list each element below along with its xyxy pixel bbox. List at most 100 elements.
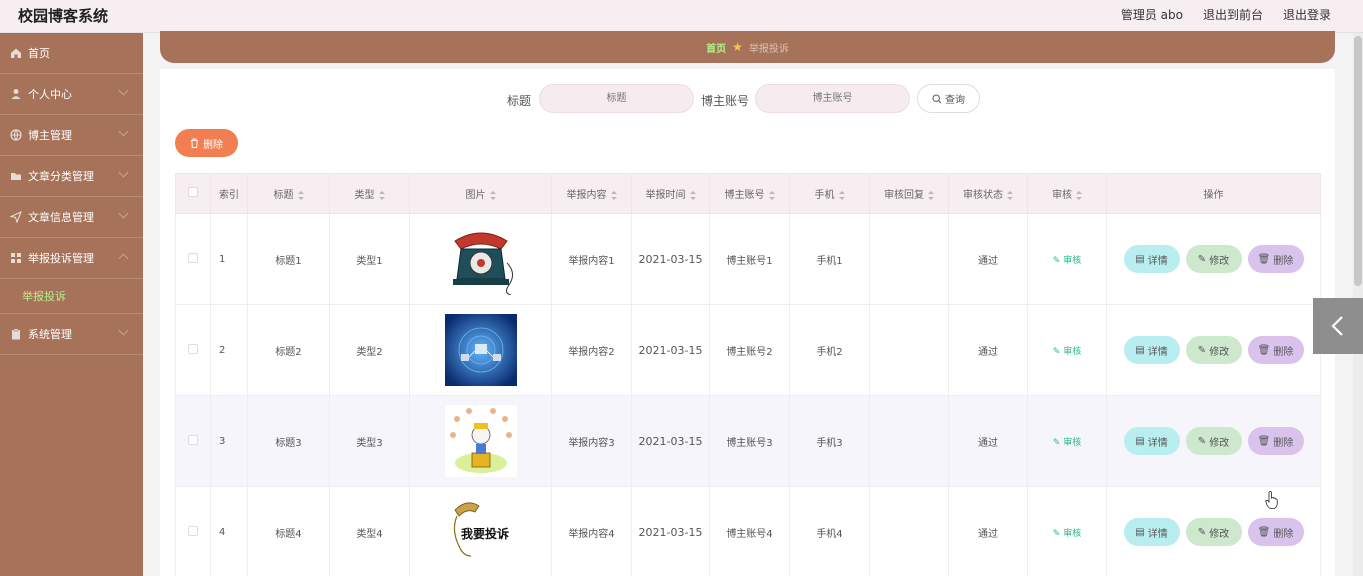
- detail-button[interactable]: ▤ 详情: [1123, 427, 1180, 455]
- cell-image: [409, 395, 552, 487]
- logout-link[interactable]: 退出登录: [1283, 6, 1331, 23]
- star-icon: ★: [732, 40, 743, 54]
- search-icon: [932, 93, 942, 103]
- sidebar-item-label: 举报投诉管理: [28, 252, 94, 265]
- edit-label: 修改: [1209, 528, 1230, 540]
- audit-link[interactable]: ✎ 审核: [1053, 529, 1081, 539]
- header-time[interactable]: 举报时间: [631, 173, 710, 214]
- sidebar-item-article-management[interactable]: 文章信息管理: [0, 197, 143, 238]
- cell-time: 2021-03-15: [631, 304, 710, 396]
- query-button[interactable]: 查询: [917, 84, 980, 113]
- audit-link[interactable]: ✎ 审核: [1053, 438, 1081, 448]
- header-audit[interactable]: 审核: [1027, 173, 1107, 214]
- detail-label: 详情: [1147, 255, 1168, 267]
- sort-icon[interactable]: [297, 190, 304, 200]
- sort-icon[interactable]: [928, 190, 934, 200]
- sort-icon[interactable]: [838, 190, 845, 200]
- header-phone[interactable]: 手机: [789, 173, 870, 214]
- row-select-cell[interactable]: [175, 486, 211, 576]
- sidebar-item-personal-center[interactable]: 个人中心: [0, 74, 143, 115]
- side-panel-toggle[interactable]: [1313, 298, 1363, 354]
- sidebar-item-system-management[interactable]: 系统管理: [0, 314, 143, 355]
- row-checkbox[interactable]: [188, 343, 198, 354]
- detail-button[interactable]: ▤ 详情: [1123, 518, 1180, 546]
- account-search-label: 博主账号: [701, 94, 750, 108]
- banner-text: 我要投诉: [460, 526, 508, 541]
- header-image[interactable]: 图片: [409, 173, 552, 214]
- header-type[interactable]: 类型: [329, 173, 410, 214]
- detail-label: 详情: [1147, 437, 1168, 449]
- edit-button[interactable]: ✎ 修改: [1185, 518, 1242, 546]
- row-checkbox[interactable]: [188, 252, 198, 263]
- sidebar-item-blogger-management[interactable]: 博主管理: [0, 115, 143, 156]
- delete-button[interactable]: 🗑 删除: [1247, 518, 1304, 546]
- header-status[interactable]: 审核状态: [948, 173, 1028, 214]
- edit-label: 修改: [1209, 255, 1230, 267]
- batch-delete-button[interactable]: 删除: [175, 129, 238, 157]
- trash-icon: 🗑: [1257, 526, 1271, 538]
- select-all-cell[interactable]: [175, 173, 211, 214]
- header-reply-label: 审核回复: [884, 190, 924, 201]
- sort-icon[interactable]: [689, 190, 696, 200]
- back-to-front-link[interactable]: 退出到前台: [1203, 6, 1263, 23]
- scrollbar-thumb[interactable]: [1354, 36, 1362, 286]
- row-select-cell[interactable]: [175, 395, 211, 487]
- audit-link[interactable]: ✎ 审核: [1053, 256, 1081, 266]
- audit-link[interactable]: ✎ 审核: [1053, 347, 1081, 357]
- account-search-input[interactable]: [755, 84, 910, 113]
- header-title[interactable]: 标题: [247, 173, 330, 214]
- sidebar-item-complaint-management[interactable]: 举报投诉管理: [0, 238, 143, 279]
- row-checkbox[interactable]: [188, 525, 198, 536]
- edit-button[interactable]: ✎ 修改: [1185, 245, 1242, 273]
- sort-icon[interactable]: [1076, 190, 1082, 200]
- edit-button[interactable]: ✎ 修改: [1185, 427, 1242, 455]
- sort-icon[interactable]: [489, 190, 496, 200]
- table-row: 4 标题4 类型4 我要投诉 举报内容4 2021-03-15 博主账号4 手机…: [175, 486, 1321, 576]
- chevron-down-icon: [118, 325, 129, 336]
- sidebar: 首页 个人中心 博主管理 文章分类管理 文章信息管理 举报投诉管理 举报投诉 系…: [0, 33, 143, 576]
- delete-button[interactable]: 🗑 删除: [1247, 427, 1304, 455]
- cell-reply: [869, 304, 949, 396]
- audit-label: 审核: [1063, 528, 1082, 539]
- delete-label: 删除: [1273, 528, 1294, 540]
- header-time-label: 举报时间: [645, 190, 686, 201]
- delete-button[interactable]: 🗑 删除: [1247, 245, 1304, 273]
- select-all-checkbox[interactable]: [188, 187, 198, 197]
- sidebar-item-category-management[interactable]: 文章分类管理: [0, 156, 143, 197]
- sidebar-item-home[interactable]: 首页: [0, 33, 143, 74]
- document-icon: ▤: [1135, 526, 1145, 538]
- edit-button[interactable]: ✎ 修改: [1185, 336, 1242, 364]
- folder-icon: [10, 170, 22, 182]
- admin-user[interactable]: 管理员 abo: [1121, 6, 1183, 23]
- detail-button[interactable]: ▤ 详情: [1123, 245, 1180, 273]
- header-content[interactable]: 举报内容: [551, 173, 632, 214]
- sidebar-subitem-complaints[interactable]: 举报投诉: [0, 279, 143, 314]
- sort-icon[interactable]: [610, 190, 617, 200]
- row-select-cell[interactable]: [175, 304, 211, 396]
- header-account[interactable]: 博主账号: [709, 173, 790, 214]
- trash-icon: 🗑: [1257, 344, 1271, 356]
- delete-button[interactable]: 🗑 删除: [1247, 336, 1304, 364]
- grid-icon: [10, 252, 22, 264]
- audit-label: 审核: [1063, 346, 1082, 357]
- row-select-cell[interactable]: [175, 213, 211, 305]
- cell-index: 3: [210, 395, 248, 487]
- sidebar-item-label: 博主管理: [28, 129, 72, 142]
- pencil-icon: ✎: [1197, 344, 1207, 356]
- cell-account: 博主账号3: [709, 395, 790, 487]
- breadcrumb-home[interactable]: 首页: [706, 40, 726, 55]
- cell-content: 举报内容3: [551, 395, 632, 487]
- sort-icon[interactable]: [378, 190, 385, 200]
- delete-label: 删除: [1273, 437, 1294, 449]
- title-search-input[interactable]: [539, 84, 694, 113]
- sort-icon[interactable]: [1007, 190, 1013, 200]
- header-reply[interactable]: 审核回复: [869, 173, 949, 214]
- header-account-label: 博主账号: [724, 190, 765, 201]
- row-checkbox[interactable]: [188, 434, 198, 445]
- cell-index: 4: [210, 486, 248, 576]
- header-index: 索引: [210, 173, 248, 214]
- detail-button[interactable]: ▤ 详情: [1123, 336, 1180, 364]
- pencil-icon: ✎: [1197, 435, 1207, 447]
- sort-icon[interactable]: [768, 190, 775, 200]
- breadcrumb: 首页 ★ 举报投诉: [160, 31, 1335, 63]
